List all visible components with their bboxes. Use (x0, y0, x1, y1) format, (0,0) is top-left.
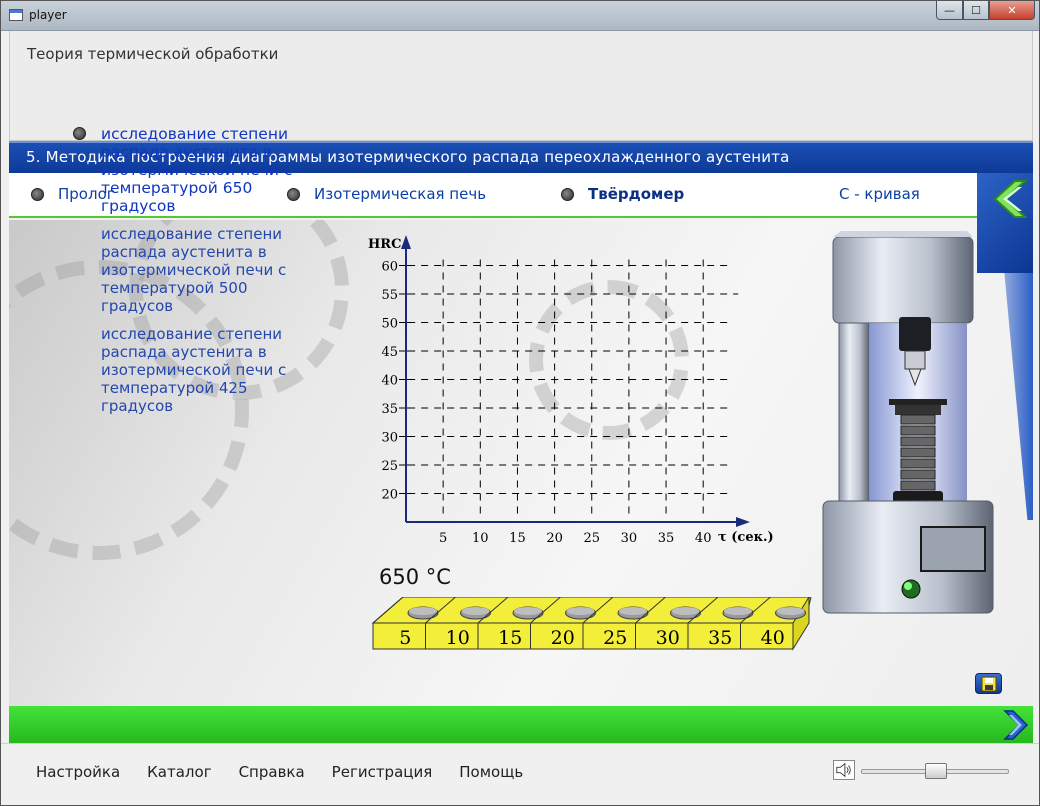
sample-label: 10 (446, 627, 470, 649)
back-arrow-icon[interactable] (985, 177, 1029, 221)
sample-disk-top (461, 607, 490, 615)
app-icon (9, 9, 23, 21)
menu-item-label: исследование степени распада аустенита в… (101, 325, 287, 415)
sample-disk-top (619, 607, 647, 615)
sample-label: 30 (656, 627, 680, 649)
player-window: player — ☐ ✕ Теория термической обработк… (0, 0, 1040, 806)
y-axis-label: HRC (368, 237, 401, 252)
y-tick-label: 40 (381, 374, 398, 389)
sample-tray: 5 10 15 20 25 30 35 40 (371, 597, 812, 651)
maximize-button[interactable]: ☐ (963, 1, 989, 20)
bottom-bar (9, 706, 1033, 743)
sample-disk-top (514, 607, 542, 615)
floppy-disk-icon (981, 676, 996, 691)
y-tick-label: 50 (381, 317, 398, 332)
y-tick-label: 55 (381, 288, 398, 303)
hardness-chart: 20 25 30 35 40 45 50 55 60 5 10 15 20 25 30 35 40 HRC τ (с… (368, 235, 774, 546)
sample-label: 20 (551, 627, 575, 649)
menu-item-650[interactable]: исследование степени распада аустенита в… (73, 125, 323, 215)
y-tick-label: 60 (381, 260, 398, 275)
nav-item-hardness-tester[interactable]: Твёрдомер (561, 185, 684, 203)
nav-item-c-curve[interactable]: С - кривая (839, 185, 920, 203)
save-button[interactable] (975, 673, 1002, 694)
sample-label: 35 (708, 627, 732, 649)
y-tick-label: 35 (381, 402, 398, 417)
footer-item-settings[interactable]: Настройка (36, 763, 120, 781)
close-button[interactable]: ✕ (989, 1, 1035, 20)
y-tick-label: 25 (381, 459, 398, 474)
volume-slider-thumb[interactable] (925, 763, 947, 779)
sample-disk-top (409, 607, 437, 615)
x-tick-label: 40 (695, 531, 712, 546)
footer-bar: Настройка Каталог Справка Регистрация По… (1, 743, 1039, 805)
x-tick-label: 30 (621, 531, 638, 546)
x-axis-arrow (736, 517, 750, 527)
sample-disk-top (724, 607, 752, 615)
x-tick-label: 25 (583, 531, 600, 546)
nav-item-label: Твёрдомер (588, 185, 685, 203)
sample-label: 5 (399, 627, 411, 649)
x-tick-label: 5 (439, 531, 447, 546)
title-bar[interactable]: player — ☐ ✕ (1, 1, 1039, 31)
y-tick-label: 30 (381, 431, 398, 446)
hardness-tester-illustration (822, 231, 994, 614)
sample-disk-top (776, 607, 805, 615)
x-tick-label: 10 (472, 531, 489, 546)
footer-item-help[interactable]: Справка (239, 763, 305, 781)
bullet-icon (31, 187, 44, 201)
menu-item-425[interactable]: исследование степени распада аустенита в… (73, 325, 323, 415)
footer-item-assistance[interactable]: Помощь (459, 763, 523, 781)
sample-label: 40 (761, 627, 785, 649)
window-title: player (29, 8, 67, 22)
forward-arrow-icon[interactable] (999, 709, 1031, 741)
course-title: Теория термической обработки (27, 45, 279, 63)
x-tick-label: 20 (546, 531, 563, 546)
minimize-button[interactable]: — (936, 1, 963, 20)
bullet-icon (73, 127, 86, 140)
sample-label: 15 (498, 627, 522, 649)
speaker-icon[interactable] (833, 760, 855, 780)
x-tick-label: 15 (509, 531, 526, 546)
y-axis-arrow (401, 235, 411, 249)
bullet-icon (561, 187, 574, 201)
menu-item-label: исследование степени распада аустенита в… (101, 225, 287, 315)
sample-disk-top (566, 607, 595, 615)
sample-disk-top (671, 607, 700, 615)
menu-item-500[interactable]: исследование степени распада аустенита в… (73, 225, 323, 315)
decorative-swoosh (9, 679, 391, 706)
footer-item-catalog[interactable]: Каталог (147, 763, 211, 781)
footer-item-registration[interactable]: Регистрация (332, 763, 433, 781)
y-tick-label: 20 (381, 488, 398, 503)
sample-label: 25 (603, 627, 627, 649)
y-tick-label: 45 (381, 345, 398, 360)
experiment-menu: исследование степени распада аустенита в… (73, 125, 323, 425)
nav-item-label: С - кривая (839, 185, 920, 203)
nav-item-label: Изотермическая печь (314, 185, 487, 203)
temperature-label: 650 °C (379, 565, 451, 589)
menu-item-label: исследование степени распада аустенита в… (101, 125, 293, 215)
x-tick-label: 35 (658, 531, 675, 546)
footer-menu: Настройка Каталог Справка Регистрация По… (36, 763, 550, 781)
x-axis-label: τ (сек.) (718, 530, 774, 545)
